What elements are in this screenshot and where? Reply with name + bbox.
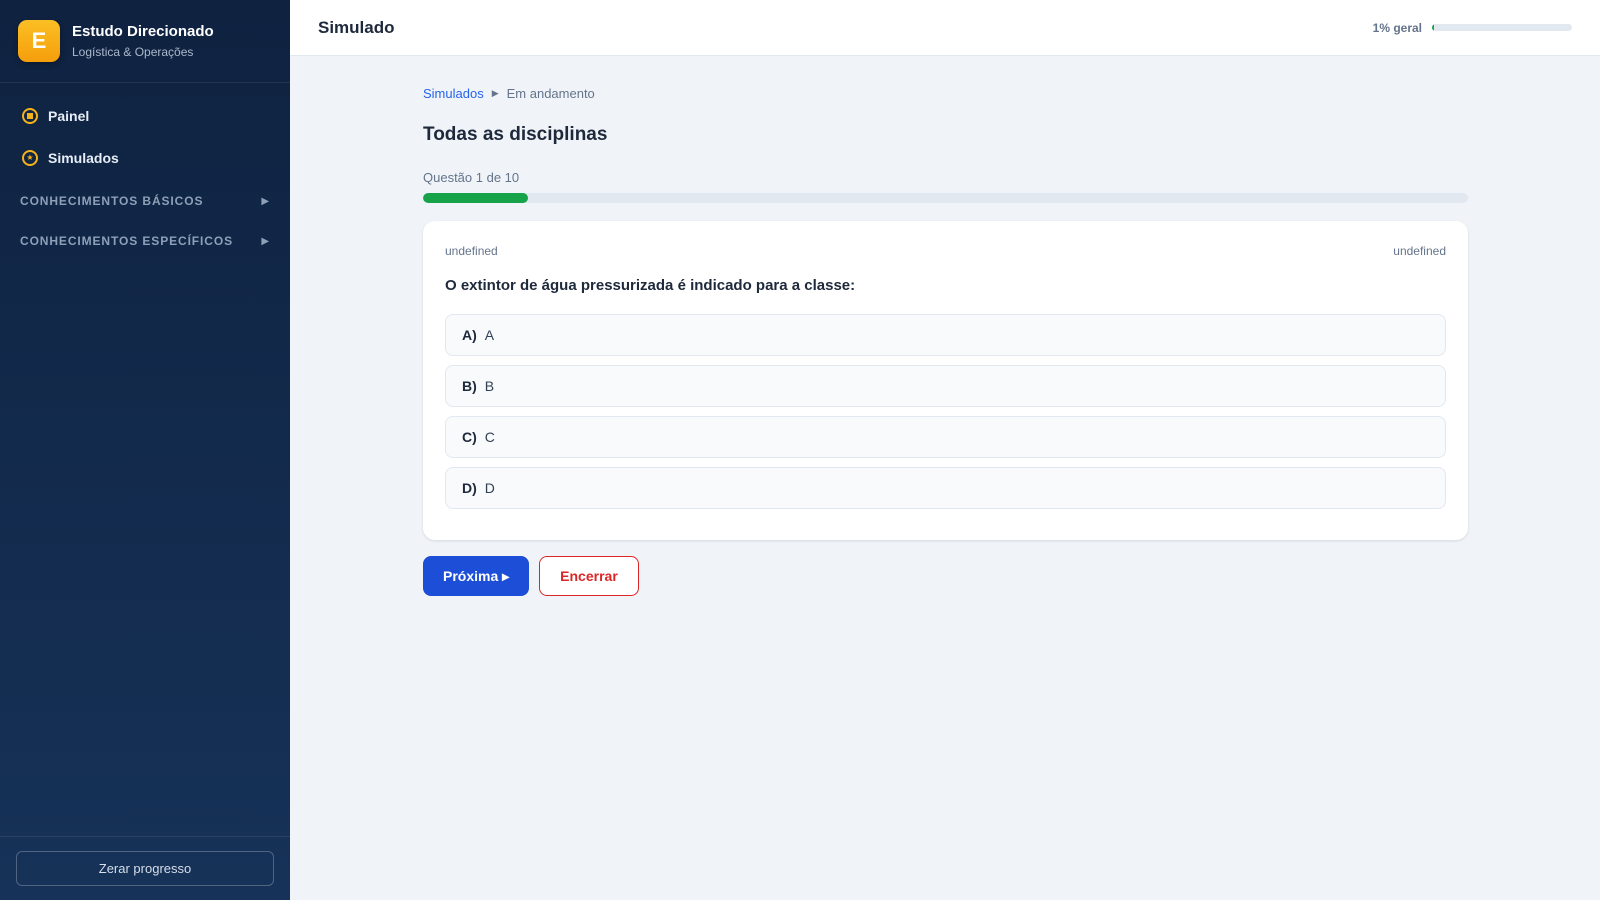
quiz-actions: Próxima ▸ Encerrar [423, 556, 1468, 596]
sidebar-item-simulados[interactable]: ★ Simulados [0, 139, 290, 177]
option-letter: C) [462, 429, 477, 445]
next-question-button[interactable]: Próxima ▸ [423, 556, 530, 596]
breadcrumb-link-simulados[interactable]: Simulados [423, 86, 484, 101]
chevron-right-icon: ▶ [261, 235, 270, 247]
option-text: D [484, 480, 495, 496]
sidebar: E Estudo Direcionado Logística & Operaçõ… [0, 0, 290, 900]
overall-progress-fill [1432, 24, 1435, 31]
question-progress-fill [423, 193, 528, 203]
question-meta-left: undefined [445, 244, 498, 258]
option-letter: B) [462, 378, 477, 394]
answer-option-b[interactable]: B) B [445, 365, 1446, 407]
question-meta-right: undefined [1393, 244, 1446, 258]
star-icon: ★ [22, 150, 38, 166]
end-quiz-button[interactable]: Encerrar [539, 556, 639, 596]
option-letter: A) [462, 327, 477, 343]
page-title: Todas as disciplinas [423, 124, 608, 145]
section-conhecimentos-basicos[interactable]: CONHECIMENTOS BÁSICOS ▶ [0, 181, 290, 221]
brand-text: Estudo Direcionado Logística & Operações [72, 22, 214, 61]
chevron-right-icon: ▶ [261, 195, 270, 207]
section-conhecimentos-especificos[interactable]: CONHECIMENTOS ESPECÍFICOS ▶ [0, 221, 290, 261]
overall-progress-label: 1% geral [1372, 20, 1422, 35]
question-card: undefined undefined O extintor de água p… [423, 221, 1468, 540]
answer-option-c[interactable]: C) C [445, 416, 1446, 458]
brand-header: E Estudo Direcionado Logística & Operaçõ… [0, 0, 290, 83]
topbar: Simulado 1% geral [290, 0, 1600, 56]
breadcrumb-separator-icon: ▶ [491, 87, 499, 98]
answer-options: A) A B) B C) C D) D [445, 314, 1446, 509]
breadcrumb-current: Em andamento [506, 85, 595, 101]
page-header-title: Simulado [318, 17, 395, 37]
app-logo: E [18, 20, 60, 62]
question-meta: undefined undefined [445, 243, 1446, 259]
option-text: A [484, 327, 495, 343]
overall-progress-bar [1432, 24, 1572, 31]
reset-progress-button[interactable]: Zerar progresso [16, 851, 274, 886]
breadcrumb: Simulados ▶ Em andamento [423, 85, 1468, 101]
overall-progress: 1% geral [1373, 21, 1572, 35]
sidebar-nav: Painel ★ Simulados CONHECIMENTOS BÁSICOS… [0, 83, 290, 836]
section-label: CONHECIMENTOS ESPECÍFICOS [20, 234, 233, 248]
main-content: Simulados ▶ Em andamento Todas as discip… [423, 56, 1468, 596]
answer-option-d[interactable]: D) D [445, 467, 1446, 509]
app-subtitle: Logística & Operações [72, 44, 194, 59]
app-title: Estudo Direcionado [72, 22, 214, 40]
answer-option-a[interactable]: A) A [445, 314, 1446, 356]
section-label: CONHECIMENTOS BÁSICOS [20, 194, 204, 208]
sidebar-footer: Zerar progresso [0, 836, 290, 900]
question-text: O extintor de água pressurizada é indica… [445, 277, 856, 294]
sidebar-item-label: Simulados [48, 150, 119, 166]
dashboard-icon [22, 108, 38, 124]
sidebar-item-label: Painel [48, 108, 90, 124]
sidebar-item-painel[interactable]: Painel [0, 97, 290, 135]
option-text: B [484, 378, 495, 394]
option-letter: D) [462, 480, 477, 496]
option-text: C [484, 429, 495, 445]
question-counter: Questão 1 de 10 [423, 170, 520, 185]
question-progress-bar [423, 193, 1468, 203]
